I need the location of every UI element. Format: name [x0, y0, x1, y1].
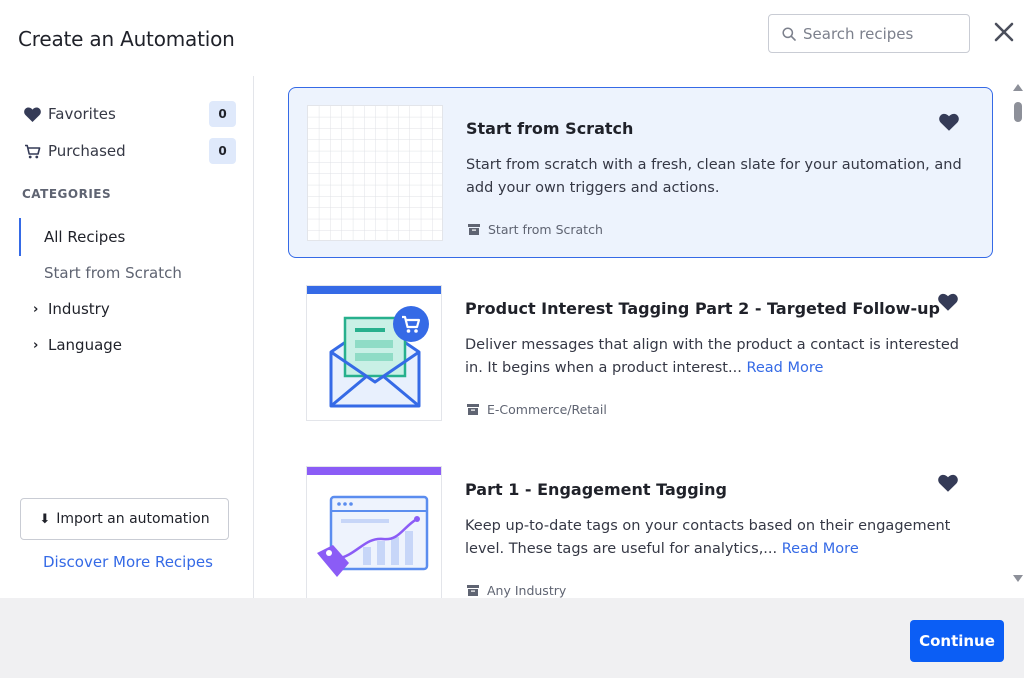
- sidebar-item-favorites[interactable]: Favorites: [24, 102, 116, 126]
- recipe-category-tag: E-Commerce/Retail: [467, 402, 607, 417]
- recipe-category-tag: Any Industry: [467, 583, 566, 598]
- archive-icon: [468, 224, 480, 235]
- modal-header: Create an Automation: [0, 0, 1024, 76]
- grid-icon: [307, 105, 443, 241]
- sidebar-item-label: Purchased: [48, 142, 126, 160]
- recipe-description: Start from scratch with a fresh, clean s…: [466, 154, 981, 199]
- modal-footer: Continue: [0, 598, 1024, 678]
- heart-icon[interactable]: [939, 113, 959, 131]
- scroll-down-arrow-icon[interactable]: [1013, 575, 1023, 582]
- archive-icon: [467, 585, 479, 596]
- category-industry[interactable]: › Industry: [33, 300, 110, 318]
- sidebar-item-label: Favorites: [48, 105, 116, 123]
- category-label: Industry: [48, 300, 110, 318]
- scrollbar-thumb[interactable]: [1014, 102, 1022, 122]
- modal-title: Create an Automation: [18, 27, 235, 51]
- sidebar-item-purchased[interactable]: Purchased: [24, 139, 126, 163]
- recipe-tag-label: E-Commerce/Retail: [487, 402, 607, 417]
- search-icon: [782, 27, 796, 41]
- sidebar: Favorites 0 Purchased 0 CATEGORIES All R…: [0, 76, 254, 598]
- recipe-list: Start from Scratch Start from scratch wi…: [254, 76, 1010, 598]
- recipe-description-text: Keep up-to-date tags on your contacts ba…: [465, 518, 951, 557]
- chevron-right-icon: ›: [33, 337, 39, 353]
- category-label: Language: [48, 336, 123, 354]
- recipe-card[interactable]: Start from Scratch Start from scratch wi…: [288, 87, 993, 258]
- search-input[interactable]: [803, 23, 963, 45]
- heart-icon: [24, 107, 42, 122]
- download-arrow-icon: ⬇: [39, 511, 51, 527]
- favorites-count-badge: 0: [209, 101, 236, 127]
- import-label: Import an automation: [56, 511, 210, 527]
- recipe-category-tag: Start from Scratch: [468, 222, 603, 237]
- import-automation-button[interactable]: ⬇ Import an automation: [20, 498, 229, 540]
- heart-icon[interactable]: [938, 293, 958, 311]
- archive-icon: [467, 404, 479, 415]
- recipe-card[interactable]: Part 1 - Engagement Tagging Keep up-to-d…: [288, 449, 993, 598]
- active-category-indicator: [19, 218, 21, 256]
- heart-icon[interactable]: [938, 474, 958, 492]
- recipe-title: Part 1 - Engagement Tagging: [465, 480, 728, 499]
- recipe-card[interactable]: Product Interest Tagging Part 2 - Target…: [288, 268, 993, 439]
- search-box[interactable]: [768, 14, 970, 53]
- read-more-link[interactable]: Read More: [746, 360, 823, 376]
- category-start-from-scratch[interactable]: Start from Scratch: [44, 264, 182, 282]
- category-all-recipes[interactable]: All Recipes: [44, 228, 125, 246]
- close-button[interactable]: [992, 20, 1016, 44]
- scroll-up-arrow-icon[interactable]: [1013, 84, 1023, 91]
- recipe-tag-label: Any Industry: [487, 583, 567, 598]
- category-language[interactable]: › Language: [33, 336, 122, 354]
- recipe-title: Start from Scratch: [466, 119, 634, 138]
- continue-button[interactable]: Continue: [910, 620, 1004, 662]
- read-more-link[interactable]: Read More: [782, 541, 859, 557]
- recipe-description: Deliver messages that align with the pro…: [465, 334, 980, 379]
- purchased-count-badge: 0: [209, 138, 236, 164]
- cart-icon: [24, 144, 42, 159]
- recipe-title: Product Interest Tagging Part 2 - Target…: [465, 299, 940, 318]
- recipe-list-scrollbar[interactable]: [1010, 76, 1024, 598]
- close-icon: [994, 22, 1014, 42]
- recipe-tag-label: Start from Scratch: [488, 222, 603, 237]
- email-cart-icon: [306, 285, 442, 421]
- recipe-description-text: Deliver messages that align with the pro…: [465, 337, 960, 376]
- discover-more-recipes-link[interactable]: Discover More Recipes: [43, 553, 213, 571]
- recipe-description: Keep up-to-date tags on your contacts ba…: [465, 515, 980, 560]
- recipe-description-text: Start from scratch with a fresh, clean s…: [466, 157, 962, 196]
- categories-heading: CATEGORIES: [22, 187, 112, 201]
- chart-tag-icon: [306, 466, 442, 598]
- chevron-right-icon: ›: [33, 301, 39, 317]
